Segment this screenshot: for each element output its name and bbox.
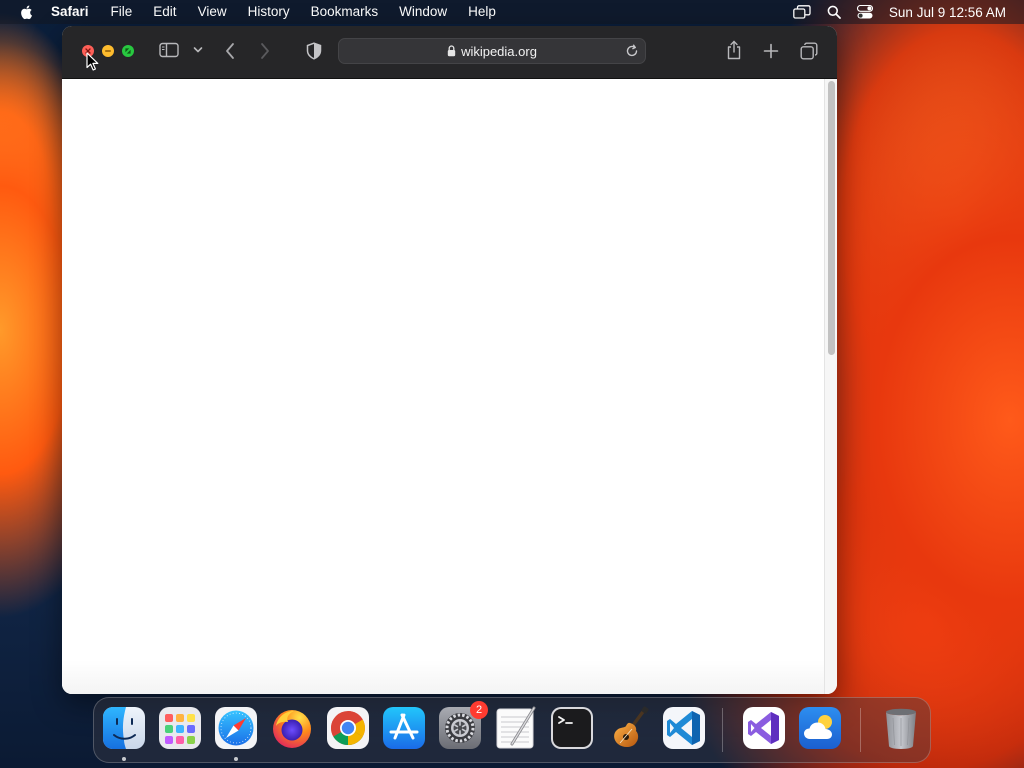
finder-running-indicator	[122, 757, 126, 761]
dock-separator	[860, 708, 861, 752]
dock-weather[interactable]	[798, 706, 842, 750]
dock-visual-studio[interactable]	[742, 706, 786, 750]
dock: 2	[93, 697, 931, 763]
launchpad-icon	[159, 707, 201, 749]
page-scrollbar[interactable]	[824, 79, 837, 694]
forward-icon	[261, 43, 269, 59]
privacy-shield-icon	[306, 42, 322, 60]
safari-icon	[215, 707, 257, 749]
new-tab-button[interactable]	[763, 43, 779, 59]
dock-chrome[interactable]	[326, 706, 370, 750]
dock-garageband[interactable]	[606, 706, 650, 750]
safari-running-indicator	[234, 757, 238, 761]
menu-bar: Safari File Edit View History Bookmarks …	[0, 0, 1024, 24]
safari-window: wikipedia.org	[62, 26, 837, 694]
spotlight-search-icon[interactable]	[827, 5, 841, 19]
menu-history[interactable]: History	[248, 0, 290, 24]
dock-textedit[interactable]	[494, 706, 538, 750]
menu-edit[interactable]: Edit	[153, 0, 176, 24]
web-page-content[interactable]	[62, 79, 824, 694]
garageband-icon	[614, 706, 649, 747]
screen-mirroring-icon[interactable]	[793, 5, 811, 19]
forward-button[interactable]	[259, 42, 271, 60]
menu-view[interactable]: View	[198, 0, 227, 24]
back-icon	[226, 43, 234, 59]
menu-file[interactable]: File	[111, 0, 133, 24]
window-zoom-button[interactable]	[122, 45, 134, 57]
scrollbar-thumb[interactable]	[828, 81, 835, 355]
tab-overview-icon	[800, 42, 818, 60]
apple-menu-icon[interactable]	[19, 4, 35, 20]
share-icon	[727, 40, 741, 60]
privacy-report-button[interactable]	[306, 42, 322, 60]
tab-overview-button[interactable]	[800, 42, 818, 60]
menu-help[interactable]: Help	[468, 0, 496, 24]
dock-system-settings[interactable]: 2	[438, 701, 488, 750]
menu-clock[interactable]: Sun Jul 9 12:56 AM	[889, 5, 1006, 20]
trash-icon	[886, 708, 916, 749]
firefox-icon	[273, 710, 311, 748]
menu-window[interactable]: Window	[399, 0, 447, 24]
dock-terminal[interactable]	[550, 706, 594, 750]
terminal-icon	[551, 707, 593, 749]
sidebar-toggle-button[interactable]	[159, 42, 179, 58]
dock-finder[interactable]	[102, 706, 146, 750]
dock-trash[interactable]	[879, 706, 923, 750]
sidebar-icon	[159, 42, 179, 58]
dock-launchpad[interactable]	[158, 706, 202, 750]
vscode-icon	[663, 707, 705, 749]
chevron-down-icon	[193, 47, 203, 53]
chrome-icon	[327, 707, 369, 749]
finder-icon	[103, 707, 145, 749]
weather-icon	[799, 707, 841, 749]
lock-icon	[447, 45, 456, 57]
control-center-icon[interactable]	[856, 5, 873, 19]
sidebar-menu-button[interactable]	[193, 46, 203, 54]
new-tab-icon	[763, 43, 779, 59]
share-button[interactable]	[726, 40, 742, 60]
menu-bookmarks[interactable]: Bookmarks	[311, 0, 379, 24]
visual-studio-icon	[743, 707, 785, 749]
zoom-icon	[125, 48, 131, 54]
menu-app-name[interactable]: Safari	[51, 0, 89, 24]
textedit-icon	[496, 706, 536, 749]
window-minimize-button[interactable]	[102, 45, 114, 57]
notification-badge: 2	[470, 701, 488, 719]
minimize-icon	[105, 50, 111, 52]
dock-separator	[722, 708, 723, 752]
dock-vscode[interactable]	[662, 706, 706, 750]
dock-firefox[interactable]	[270, 706, 314, 750]
url-text[interactable]: wikipedia.org	[461, 44, 537, 59]
mouse-cursor-icon	[86, 52, 99, 71]
content-bottom-fade	[62, 660, 824, 694]
dock-safari[interactable]	[214, 706, 258, 750]
address-bar[interactable]: wikipedia.org	[338, 38, 646, 64]
back-button[interactable]	[224, 42, 236, 60]
app-store-icon	[383, 707, 425, 749]
safari-toolbar: wikipedia.org	[62, 26, 837, 79]
dock-app-store[interactable]	[382, 706, 426, 750]
reload-icon[interactable]	[625, 44, 639, 58]
